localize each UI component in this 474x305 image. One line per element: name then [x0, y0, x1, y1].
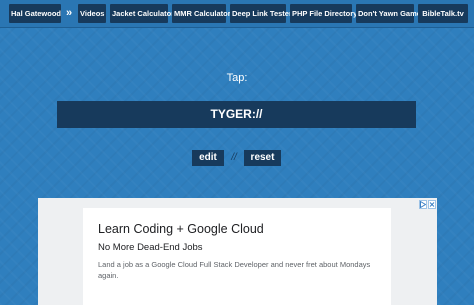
nav-link-mmr-calculator[interactable]: MMR Calculator [172, 4, 231, 23]
ad-title[interactable]: Learn Coding + Google Cloud [98, 222, 264, 236]
nav-link-dont-yawn-game[interactable]: Don't Yawn Game [356, 4, 421, 23]
top-navigation-bar: Hal Gatewood » Videos Jacket Calculator … [0, 0, 474, 28]
nav-link-php-file-directory[interactable]: PHP File Directory [290, 4, 357, 23]
ad-body-text: Land a job as a Google Cloud Full Stack … [98, 260, 371, 280]
nav-link-hal-gatewood[interactable]: Hal Gatewood [9, 4, 61, 23]
close-icon-glyph [429, 202, 435, 207]
edit-button[interactable]: edit [192, 150, 224, 166]
action-separator: // [231, 152, 237, 163]
nav-link-jacket-calculator[interactable]: Jacket Calculator [110, 4, 174, 23]
ad-subtitle: No More Dead-End Jobs [98, 242, 203, 253]
url-scheme-link[interactable]: TYGER:// [57, 101, 416, 128]
close-icon[interactable] [428, 200, 436, 209]
adchoices-info-icon[interactable] [419, 200, 427, 209]
nav-link-bibletalk[interactable]: BibleTalk.tv [418, 4, 468, 23]
nav-link-deep-link-tester[interactable]: Deep Link Tester [230, 4, 292, 23]
tap-label: Tap: [226, 72, 248, 84]
reset-button[interactable]: reset [244, 150, 281, 166]
advertisement-frame: Learn Coding + Google Cloud No More Dead… [38, 198, 437, 305]
nav-separator-arrow: » [66, 7, 73, 19]
ad-choices-controls[interactable] [419, 200, 436, 209]
info-icon-glyph [420, 200, 427, 209]
ad-card[interactable]: Learn Coding + Google Cloud No More Dead… [83, 208, 391, 305]
nav-link-videos[interactable]: Videos [78, 4, 106, 23]
